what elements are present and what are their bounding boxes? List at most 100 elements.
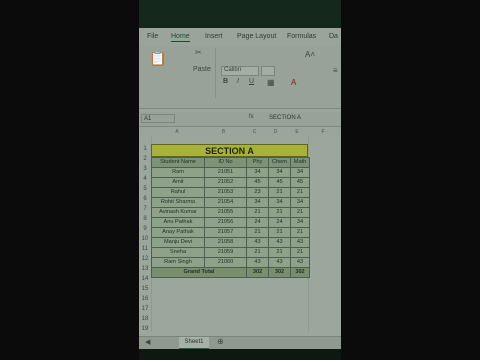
italic-button[interactable]: I <box>237 78 239 85</box>
row-header[interactable]: 12 <box>139 256 151 262</box>
row-header[interactable]: 18 <box>139 316 151 322</box>
tab-insert[interactable]: Insert <box>205 33 223 40</box>
bold-button[interactable]: B <box>223 78 228 85</box>
id-no-cell[interactable]: 21052 <box>204 177 247 188</box>
student-name-cell[interactable]: Anay Pathak <box>151 227 205 238</box>
total-math[interactable]: 302 <box>290 267 310 278</box>
chem-marks-cell[interactable]: 34 <box>268 167 291 178</box>
row-header[interactable]: 2 <box>139 156 151 162</box>
row-header[interactable]: 1 <box>139 146 151 152</box>
column-header[interactable]: A <box>151 128 203 136</box>
phy-marks-cell[interactable]: 21 <box>246 247 269 258</box>
id-no-cell[interactable]: 21054 <box>204 197 247 208</box>
math-marks-cell[interactable]: 21 <box>290 207 310 218</box>
underline-button[interactable]: U <box>249 78 254 85</box>
math-marks-cell[interactable]: 34 <box>290 167 310 178</box>
paste-icon[interactable]: 📋 <box>149 50 166 67</box>
row-header[interactable]: 15 <box>139 286 151 292</box>
id-no-cell[interactable]: 21051 <box>204 167 247 178</box>
phy-marks-cell[interactable]: 34 <box>246 197 269 208</box>
row-header[interactable]: 16 <box>139 296 151 302</box>
row-header[interactable]: 10 <box>139 236 151 242</box>
phy-marks-cell[interactable]: 43 <box>246 257 269 268</box>
chem-marks-cell[interactable]: 34 <box>268 197 291 208</box>
phy-marks-cell[interactable]: 43 <box>246 237 269 248</box>
phy-marks-cell[interactable]: 21 <box>246 207 269 218</box>
student-name-cell[interactable]: Anu Pathak <box>151 217 205 228</box>
formula-content[interactable]: SECTION A <box>269 115 301 121</box>
header-student-name[interactable]: Student Name <box>151 157 205 168</box>
font-color-icon[interactable]: A <box>291 78 296 87</box>
id-no-cell[interactable]: 21058 <box>204 237 247 248</box>
fx-icon[interactable]: fx <box>249 114 254 120</box>
phy-marks-cell[interactable]: 34 <box>246 167 269 178</box>
chem-marks-cell[interactable]: 21 <box>268 187 291 198</box>
paste-button[interactable]: Paste <box>193 66 211 73</box>
font-size-box[interactable] <box>261 66 275 76</box>
row-header[interactable]: 5 <box>139 186 151 192</box>
student-name-cell[interactable]: Rahul <box>151 187 205 198</box>
row-header[interactable]: 19 <box>139 326 151 332</box>
id-no-cell[interactable]: 21053 <box>204 187 247 198</box>
row-header[interactable]: 7 <box>139 206 151 212</box>
tab-home[interactable]: Home <box>171 33 190 42</box>
math-marks-cell[interactable]: 43 <box>290 237 310 248</box>
section-title-cell[interactable]: SECTION A <box>151 144 308 157</box>
phy-marks-cell[interactable]: 24 <box>246 217 269 228</box>
chem-marks-cell[interactable]: 21 <box>268 227 291 238</box>
align-icon[interactable]: ≡ <box>333 66 338 75</box>
row-header[interactable]: 8 <box>139 216 151 222</box>
header-phy[interactable]: Phy <box>246 157 269 168</box>
row-header[interactable]: 13 <box>139 266 151 272</box>
cut-icon[interactable]: ✂ <box>195 48 202 57</box>
student-name-cell[interactable]: Ram Singh <box>151 257 205 268</box>
phy-marks-cell[interactable]: 21 <box>246 227 269 238</box>
row-header[interactable]: 9 <box>139 226 151 232</box>
math-marks-cell[interactable]: 43 <box>290 257 310 268</box>
student-name-cell[interactable]: Sneha <box>151 247 205 258</box>
id-no-cell[interactable]: 21059 <box>204 247 247 258</box>
font-name-box[interactable]: Calibri <box>221 66 259 76</box>
header-id-no[interactable]: ID No <box>204 157 247 168</box>
total-chem[interactable]: 302 <box>268 267 291 278</box>
row-header[interactable]: 11 <box>139 246 151 252</box>
column-header[interactable]: C <box>244 128 265 136</box>
worksheet-grid[interactable]: A B C D E F 1 2 3 4 5 6 7 8 9 10 11 12 13 14 15 16 17 18 1… <box>139 129 341 336</box>
student-name-cell[interactable]: Amit <box>151 177 205 188</box>
column-header[interactable]: B <box>203 128 244 136</box>
total-phy[interactable]: 302 <box>246 267 269 278</box>
phy-marks-cell[interactable]: 45 <box>246 177 269 188</box>
tab-data[interactable]: Da <box>329 33 338 40</box>
name-box[interactable]: A1 <box>141 114 175 123</box>
math-marks-cell[interactable]: 34 <box>290 217 310 228</box>
id-no-cell[interactable]: 21055 <box>204 207 247 218</box>
math-marks-cell[interactable]: 21 <box>290 227 310 238</box>
font-grow-icon[interactable]: A˄ <box>305 50 315 59</box>
grand-total-label[interactable]: Grand Total <box>151 267 247 278</box>
row-header[interactable]: 14 <box>139 276 151 282</box>
student-name-cell[interactable]: Avinash Kumar <box>151 207 205 218</box>
header-math[interactable]: Math <box>290 157 310 168</box>
header-chem[interactable]: Chem <box>268 157 291 168</box>
student-name-cell[interactable]: Ram <box>151 167 205 178</box>
borders-icon[interactable]: ▦ <box>267 78 275 87</box>
tab-file[interactable]: File <box>147 33 158 40</box>
student-name-cell[interactable]: Rohit Sharma <box>151 197 205 208</box>
math-marks-cell[interactable]: 21 <box>290 247 310 258</box>
math-marks-cell[interactable]: 34 <box>290 197 310 208</box>
row-header[interactable]: 6 <box>139 196 151 202</box>
tab-page-layout[interactable]: Page Layout <box>237 33 276 40</box>
chem-marks-cell[interactable]: 45 <box>268 177 291 188</box>
id-no-cell[interactable]: 21057 <box>204 227 247 238</box>
chem-marks-cell[interactable]: 21 <box>268 247 291 258</box>
row-header[interactable]: 17 <box>139 306 151 312</box>
id-no-cell[interactable]: 21060 <box>204 257 247 268</box>
id-no-cell[interactable]: 21056 <box>204 217 247 228</box>
math-marks-cell[interactable]: 45 <box>290 177 310 188</box>
tab-formulas[interactable]: Formulas <box>287 33 316 40</box>
chem-marks-cell[interactable]: 24 <box>268 217 291 228</box>
column-header[interactable]: F <box>308 128 338 136</box>
student-name-cell[interactable]: Manju Devi <box>151 237 205 248</box>
chem-marks-cell[interactable]: 43 <box>268 257 291 268</box>
column-header[interactable]: E <box>286 128 308 136</box>
